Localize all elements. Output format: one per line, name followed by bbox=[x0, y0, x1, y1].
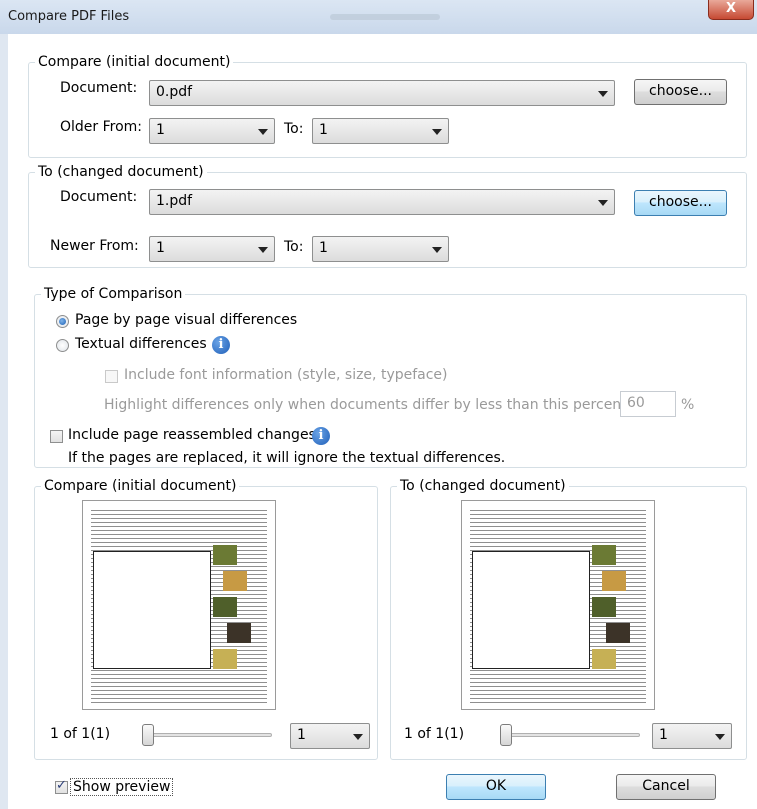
close-button[interactable]: X bbox=[708, 0, 754, 20]
newer-to-label: To: bbox=[284, 239, 304, 255]
butterfly-photo bbox=[223, 571, 247, 591]
dialog-body: Compare (initial document) Document: 0.p… bbox=[8, 34, 757, 809]
percentage-input[interactable]: 60 bbox=[620, 391, 676, 417]
page-photos bbox=[592, 545, 640, 695]
visual-differences-radio[interactable] bbox=[56, 315, 69, 328]
reassembled-note: If the pages are replaced, it will ignor… bbox=[68, 450, 506, 466]
newer-from-label: Newer From: bbox=[50, 238, 139, 254]
textual-differences-radio[interactable] bbox=[56, 339, 69, 352]
butterfly-photo bbox=[213, 597, 237, 617]
show-preview-checkbox[interactable] bbox=[55, 778, 68, 794]
page-table bbox=[472, 551, 590, 669]
newer-from-value: 1 bbox=[156, 240, 165, 256]
reassembled-checkbox[interactable] bbox=[50, 430, 63, 443]
window-title: Compare PDF Files bbox=[8, 9, 130, 24]
butterfly-photo bbox=[602, 571, 626, 591]
highlight-threshold-label: Highlight differences only when document… bbox=[104, 397, 658, 413]
preview-initial-page bbox=[82, 500, 276, 710]
preview-changed-page bbox=[461, 500, 655, 710]
newer-to-select[interactable]: 1 bbox=[312, 236, 449, 262]
preview-changed-legend: To (changed document) bbox=[400, 478, 566, 494]
older-to-select[interactable]: 1 bbox=[312, 118, 449, 144]
butterfly-photo bbox=[592, 545, 616, 565]
newer-to-value: 1 bbox=[319, 240, 328, 256]
chevron-down-icon bbox=[353, 734, 363, 740]
older-to-value: 1 bbox=[319, 122, 328, 138]
chevron-down-icon bbox=[598, 200, 608, 206]
preview-changed-slider-thumb[interactable] bbox=[500, 724, 512, 746]
chevron-down-icon bbox=[715, 734, 725, 740]
butterfly-photo bbox=[592, 649, 616, 669]
chevron-down-icon bbox=[432, 129, 442, 135]
chevron-down-icon bbox=[432, 247, 442, 253]
changed-document-value: 1.pdf bbox=[156, 193, 193, 209]
initial-document-label: Document: bbox=[60, 80, 138, 96]
newer-from-select[interactable]: 1 bbox=[149, 236, 275, 262]
preview-initial-slider-track[interactable] bbox=[142, 733, 272, 737]
title-bar: Compare PDF Files X bbox=[0, 0, 757, 34]
butterfly-photo bbox=[227, 623, 251, 643]
visual-differences-label[interactable]: Page by page visual differences bbox=[75, 312, 297, 328]
changed-document-select[interactable]: 1.pdf bbox=[149, 189, 615, 215]
older-from-select[interactable]: 1 bbox=[149, 118, 275, 144]
reassembled-label[interactable]: Include page reassembled changes bbox=[68, 427, 316, 443]
preview-changed-page-count: 1 of 1(1) bbox=[404, 726, 465, 742]
percent-sign: % bbox=[681, 397, 695, 413]
older-from-value: 1 bbox=[156, 122, 165, 138]
chevron-down-icon bbox=[258, 247, 268, 253]
include-font-label: Include font information (style, size, t… bbox=[124, 367, 448, 383]
butterfly-photo bbox=[213, 649, 237, 669]
chevron-down-icon bbox=[258, 129, 268, 135]
show-preview-label[interactable]: Show preview bbox=[70, 778, 174, 796]
changed-choose-button[interactable]: choose... bbox=[634, 190, 727, 216]
butterfly-photo bbox=[213, 545, 237, 565]
page-table bbox=[93, 551, 211, 669]
page-photos bbox=[213, 545, 261, 695]
butterfly-photo bbox=[592, 597, 616, 617]
changed-document-label: Document: bbox=[60, 189, 138, 205]
info-icon[interactable]: i bbox=[312, 427, 330, 445]
blurred-title-text bbox=[330, 14, 440, 20]
preview-initial-page-select[interactable]: 1 bbox=[290, 723, 370, 749]
initial-document-select[interactable]: 0.pdf bbox=[149, 80, 615, 106]
include-font-checkbox[interactable] bbox=[105, 370, 118, 383]
initial-document-value: 0.pdf bbox=[156, 84, 193, 100]
textual-differences-label[interactable]: Textual differences bbox=[75, 336, 207, 352]
preview-changed-page-select[interactable]: 1 bbox=[652, 723, 732, 749]
preview-initial-slider-thumb[interactable] bbox=[142, 724, 154, 746]
preview-changed-page-value: 1 bbox=[659, 727, 668, 743]
preview-initial-page-value: 1 bbox=[297, 727, 306, 743]
ok-button[interactable]: OK bbox=[446, 774, 546, 800]
changed-document-legend: To (changed document) bbox=[38, 164, 204, 180]
cancel-button[interactable]: Cancel bbox=[616, 774, 716, 800]
initial-choose-button[interactable]: choose... bbox=[634, 79, 727, 105]
preview-initial-page-count: 1 of 1(1) bbox=[50, 726, 111, 742]
preview-changed-slider-track[interactable] bbox=[500, 733, 640, 737]
older-from-label: Older From: bbox=[60, 119, 143, 135]
info-icon[interactable]: i bbox=[212, 336, 230, 354]
comparison-type-legend: Type of Comparison bbox=[44, 286, 183, 302]
initial-document-legend: Compare (initial document) bbox=[38, 54, 231, 70]
chevron-down-icon bbox=[598, 91, 608, 97]
butterfly-photo bbox=[606, 623, 630, 643]
preview-initial-legend: Compare (initial document) bbox=[44, 478, 237, 494]
older-to-label: To: bbox=[284, 121, 304, 137]
